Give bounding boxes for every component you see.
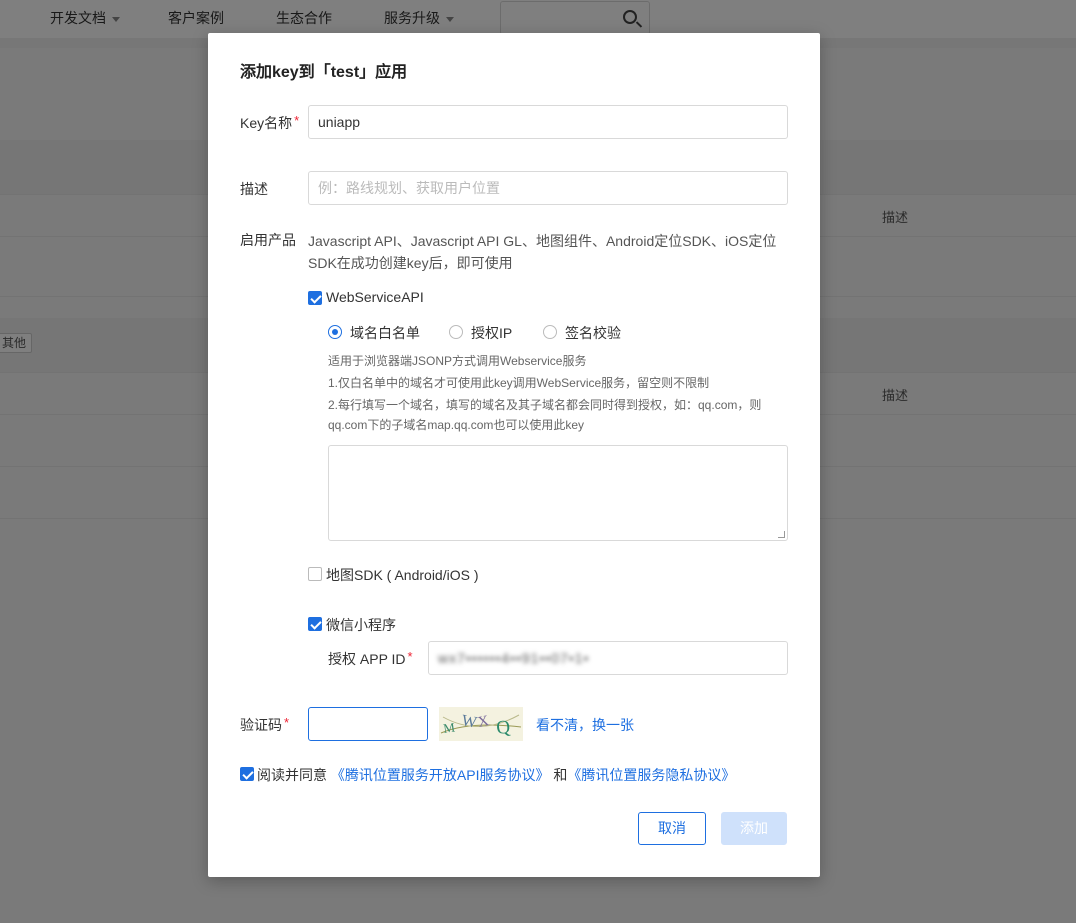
products-text: Javascript API、Javascript API GL、地图组件、An…: [308, 233, 777, 271]
webservice-label[interactable]: WebServiceAPI: [326, 289, 424, 305]
hint-line: 2.每行填写一个域名，填写的域名及其子域名都会同时得到授权，如：qq.com，则…: [328, 398, 762, 432]
products-label: 启用产品: [240, 232, 296, 248]
key-name-label-text: Key名称: [240, 115, 293, 131]
appid-value: wx7••••••4••91••07•1•: [438, 650, 590, 666]
captcha-char: Q: [495, 717, 511, 739]
required-mark: *: [284, 715, 290, 730]
mini-program-label[interactable]: 微信小程序: [326, 615, 396, 635]
appid-input[interactable]: wx7••••••4••91••07•1•: [428, 641, 788, 675]
radio-auth-ip[interactable]: [449, 325, 463, 339]
captcha-input[interactable]: [308, 707, 428, 741]
radio-signature-label[interactable]: 签名校验: [565, 323, 621, 343]
captcha-image[interactable]: M W X Q: [439, 707, 523, 741]
hint-line: 1.仅白名单中的域名才可使用此key调用WebService服务，留空则不限制: [328, 376, 710, 390]
domain-whitelist-textarea[interactable]: [328, 445, 788, 541]
agree-and: 和: [553, 767, 568, 783]
desc-label: 描述: [240, 181, 268, 197]
captcha-label-text: 验证码: [240, 717, 282, 733]
key-name-input[interactable]: [308, 105, 788, 139]
required-mark: *: [407, 649, 413, 664]
radio-signature[interactable]: [543, 325, 557, 339]
key-name-label: Key名称 *: [240, 113, 299, 133]
radio-domain-whitelist[interactable]: [328, 325, 342, 339]
agreement-text: 阅读并同意 《腾讯位置服务开放API服务协议》 和《腾讯位置服务隐私协议》: [257, 765, 735, 785]
api-agreement-link[interactable]: 《腾讯位置服务开放API服务协议》: [331, 767, 550, 783]
captcha-refresh-link[interactable]: 看不清，换一张: [536, 715, 634, 735]
add-key-dialog: 添加key到「test」应用 Key名称* 描述 启用产品 Javascript…: [208, 33, 820, 877]
desc-input[interactable]: [308, 171, 788, 205]
hint-line: 适用于浏览器端JSONP方式调用Webservice服务: [328, 354, 587, 368]
appid-label-text: 授权 APP ID: [328, 651, 406, 667]
map-sdk-checkbox[interactable]: [308, 567, 322, 581]
dialog-title: 添加key到「test」应用: [240, 64, 408, 81]
cancel-button[interactable]: 取消: [638, 812, 706, 845]
radio-domain-whitelist-label[interactable]: 域名白名单: [350, 323, 420, 343]
mini-program-checkbox[interactable]: [308, 617, 322, 631]
captcha-label: 验证码 *: [240, 715, 289, 735]
agree-prefix: 阅读并同意: [257, 767, 327, 783]
agree-checkbox[interactable]: [240, 767, 254, 781]
webservice-checkbox[interactable]: [308, 291, 322, 305]
required-mark: *: [294, 113, 300, 128]
radio-auth-ip-label[interactable]: 授权IP: [471, 323, 512, 343]
map-sdk-label[interactable]: 地图SDK ( Android/iOS ): [326, 565, 479, 585]
add-button[interactable]: 添加: [721, 812, 787, 845]
appid-label: 授权 APP ID *: [328, 649, 413, 669]
captcha-char: X: [477, 713, 491, 731]
privacy-agreement-link[interactable]: 《腾讯位置服务隐私协议》: [567, 767, 735, 783]
